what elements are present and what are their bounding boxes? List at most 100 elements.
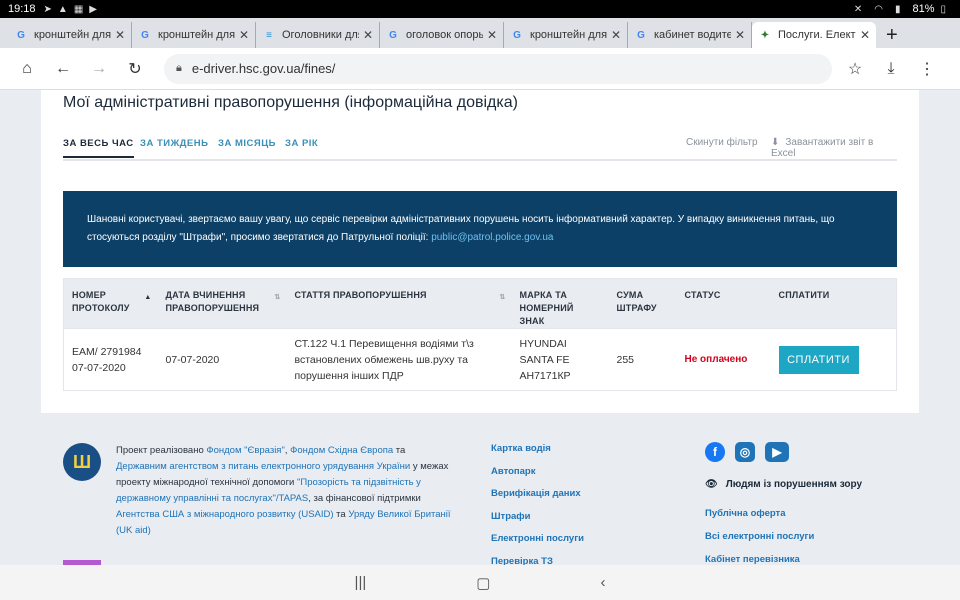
footer-partner-link[interactable]: державному управлінні та послугах"/TAPAS — [116, 493, 308, 504]
browser-tab[interactable]: ≡ Оголовники для ✕ — [256, 22, 380, 48]
footer-partner-link[interactable]: Державним агентством з питань електронно… — [116, 461, 410, 472]
footer-links-secondary: Публічна оферта Всі електронні послуги Каб… — [705, 508, 814, 565]
new-tab-button[interactable]: + — [886, 22, 898, 48]
page-viewport: Мої адміністративні правопорушення (інфо… — [0, 90, 960, 565]
clock: 19:18 — [8, 3, 36, 15]
footer-partner-link[interactable]: Фондом Східна Європа — [290, 445, 393, 456]
tab-close-icon[interactable]: ✕ — [115, 28, 125, 42]
back-icon[interactable]: ‹ — [600, 574, 605, 591]
footer-link[interactable]: Всі електронні послуги — [705, 531, 814, 554]
footer-link[interactable]: Публічна оферта — [705, 508, 814, 531]
footer-text-line: (UK aid) — [116, 523, 468, 539]
home-icon[interactable]: ⌂ — [12, 54, 42, 84]
instagram-icon[interactable]: ◎ — [735, 442, 755, 462]
footer-links-main: Картка водія Автопарк Верифікація даних Штр… — [491, 443, 584, 565]
browser-tab[interactable]: Gкронштейн для с ✕ — [8, 22, 132, 48]
browser-tab[interactable]: Gоголовок опоры ✕ — [380, 22, 504, 48]
youtube-icon[interactable]: ▶ — [765, 442, 789, 462]
reload-icon[interactable]: ↻ — [120, 54, 150, 84]
browser-tab[interactable]: ✦ Послуги. Електр ✕ — [752, 22, 876, 48]
tab-week[interactable]: ЗА ТИЖДЕНЬ — [140, 138, 208, 149]
home-button-icon[interactable]: ▢ — [476, 574, 490, 592]
browser-tab[interactable]: Gкронштейн для с ✕ — [132, 22, 256, 48]
header-date[interactable]: ДАТА ВЧИНЕННЯ ПРАВОПОРУШЕННЯ ⇅ — [157, 278, 287, 329]
facebook-icon[interactable]: f — [705, 442, 725, 462]
footer-link[interactable]: Картка водія — [491, 443, 584, 466]
footer-link[interactable]: Електронні послуги — [491, 533, 584, 556]
footer-text-segment: проекту міжнародної технічної допомоги — [116, 477, 298, 488]
download-excel-link[interactable]: ⬇ Завантажити звіт в Excel — [771, 137, 897, 159]
accessibility-label: Людям із порушенням зору — [725, 479, 863, 490]
header-protocol[interactable]: НОМЕР ПРОТОКОЛУ ▲ — [63, 278, 158, 329]
protocol-date: 07-07-2020 — [72, 361, 126, 374]
menu-icon[interactable]: ⋮ — [912, 54, 942, 84]
ukraine-trident-icon: Ш — [63, 443, 101, 481]
footer-partner-link[interactable]: Уряду Великої Британії — [348, 509, 450, 520]
tab-close-icon[interactable]: ✕ — [611, 28, 621, 42]
footer-partner-link[interactable]: Фондом "Євразія" — [206, 445, 284, 456]
tab-favicon-icon: G — [637, 29, 645, 41]
tab-favicon-icon: G — [389, 29, 397, 41]
footer-link[interactable]: Перевірка ТЗ — [491, 556, 584, 565]
lock-icon: 🔒︎ — [176, 62, 182, 74]
tab-favicon-icon: ≡ — [266, 29, 272, 41]
tab-year[interactable]: ЗА РІК — [285, 138, 318, 149]
browser-tab[interactable]: Gкабинет водител ✕ — [628, 22, 752, 48]
browser-tab[interactable]: Gкронштейн для с ✕ — [504, 22, 628, 48]
footer-text-segment: Проект реалізовано — [116, 445, 207, 456]
tab-close-icon[interactable]: ✕ — [487, 28, 497, 42]
tab-label: кабинет водител — [654, 29, 731, 41]
tab-close-icon[interactable]: ✕ — [239, 28, 249, 42]
article-line: СТ.122 Ч.1 Перевищення водіями т\з — [294, 337, 474, 350]
tab-close-icon[interactable]: ✕ — [735, 28, 745, 42]
footer-text-segment: та — [333, 509, 349, 520]
header-pay: СПЛАТИТИ — [770, 278, 897, 329]
tab-favicon-icon: G — [513, 29, 521, 41]
notice-email-link[interactable]: public@patrol.police.gov.ua — [431, 232, 553, 243]
cell-car: HYUNDAI SANTA FE АН7171КР — [511, 328, 609, 391]
header-label: МАРКА ТА — [519, 290, 568, 300]
header-article[interactable]: СТАТТЯ ПРАВОПОРУШЕННЯ ⇅ — [286, 278, 512, 329]
sort-icon: ⇅ — [274, 294, 281, 301]
tab-close-icon[interactable]: ✕ — [860, 28, 870, 42]
back-arrow-icon[interactable]: ← — [48, 54, 78, 84]
download-excel-label: Завантажити звіт в Excel — [771, 137, 874, 159]
cell-status: Не оплачено — [676, 328, 771, 391]
accessibility-link[interactable]: 👁︎ Людям із порушенням зору — [705, 479, 862, 490]
footer-link[interactable]: Кабінет перевізника — [705, 554, 814, 565]
pay-button[interactable]: СПЛАТИТИ — [778, 345, 859, 374]
tab-label: кронштейн для с — [530, 29, 607, 41]
footer-link[interactable]: Автопарк — [491, 466, 584, 489]
tab-close-icon[interactable]: ✕ — [363, 28, 373, 42]
recent-apps-icon[interactable]: ||| — [355, 574, 367, 591]
bookmark-star-icon[interactable]: ☆ — [840, 54, 870, 84]
footer-partner-link[interactable]: Агентства США з міжнародного розвитку (U… — [116, 509, 334, 520]
address-bar[interactable]: 🔒︎ e-driver.hsc.gov.ua/fines/ — [164, 53, 832, 84]
tab-label: кронштейн для с — [158, 29, 235, 41]
status-right: ✕ ◠ ▮ 81% ▯ — [854, 3, 952, 15]
tab-month[interactable]: ЗА МІСЯЦЬ — [218, 138, 276, 149]
forward-arrow-icon[interactable]: → — [84, 54, 114, 84]
header-car[interactable]: МАРКА ТА НОМЕРНИЙ ЗНАК — [511, 278, 609, 329]
notification-icon: ▲ — [57, 3, 68, 15]
footer-link[interactable]: Верифікація даних — [491, 488, 584, 511]
header-sum[interactable]: СУМА ШТРАФУ — [608, 278, 677, 329]
tab-favicon-icon: G — [141, 29, 149, 41]
tab-favicon-icon: ✦ — [760, 29, 770, 41]
browser-toolbar: ⌂ ← → ↻ 🔒︎ e-driver.hsc.gov.ua/fines/ ☆ … — [0, 48, 960, 90]
tab-label: оголовок опоры — [406, 29, 483, 41]
download-icon[interactable]: ⤓ — [876, 54, 906, 84]
footer-text-line: Проект реалізовано Фондом "Євразія", Фон… — [116, 443, 468, 459]
footer-text-line: проекту міжнародної технічної допомоги "… — [116, 475, 468, 491]
footer-text-line: Державним агентством з питань електронно… — [116, 459, 468, 475]
mute-icon: ✕ — [853, 3, 863, 15]
header-status[interactable]: СТАТУС — [676, 278, 771, 329]
footer-link[interactable]: Штрафи — [491, 511, 584, 534]
reset-filter-link[interactable]: Скинути фільтр — [686, 137, 758, 148]
footer-partner-link[interactable]: "Прозорість та підзвітність у — [297, 477, 421, 488]
url-text: e-driver.hsc.gov.ua/fines/ — [191, 61, 336, 76]
footer-text-segment: та — [393, 445, 406, 456]
tab-all-time[interactable]: ЗА ВЕСЬ ЧАС — [63, 138, 134, 158]
footer-partner-link[interactable]: (UK aid) — [116, 525, 151, 536]
social-links: f ◎ ▶ — [705, 442, 789, 462]
